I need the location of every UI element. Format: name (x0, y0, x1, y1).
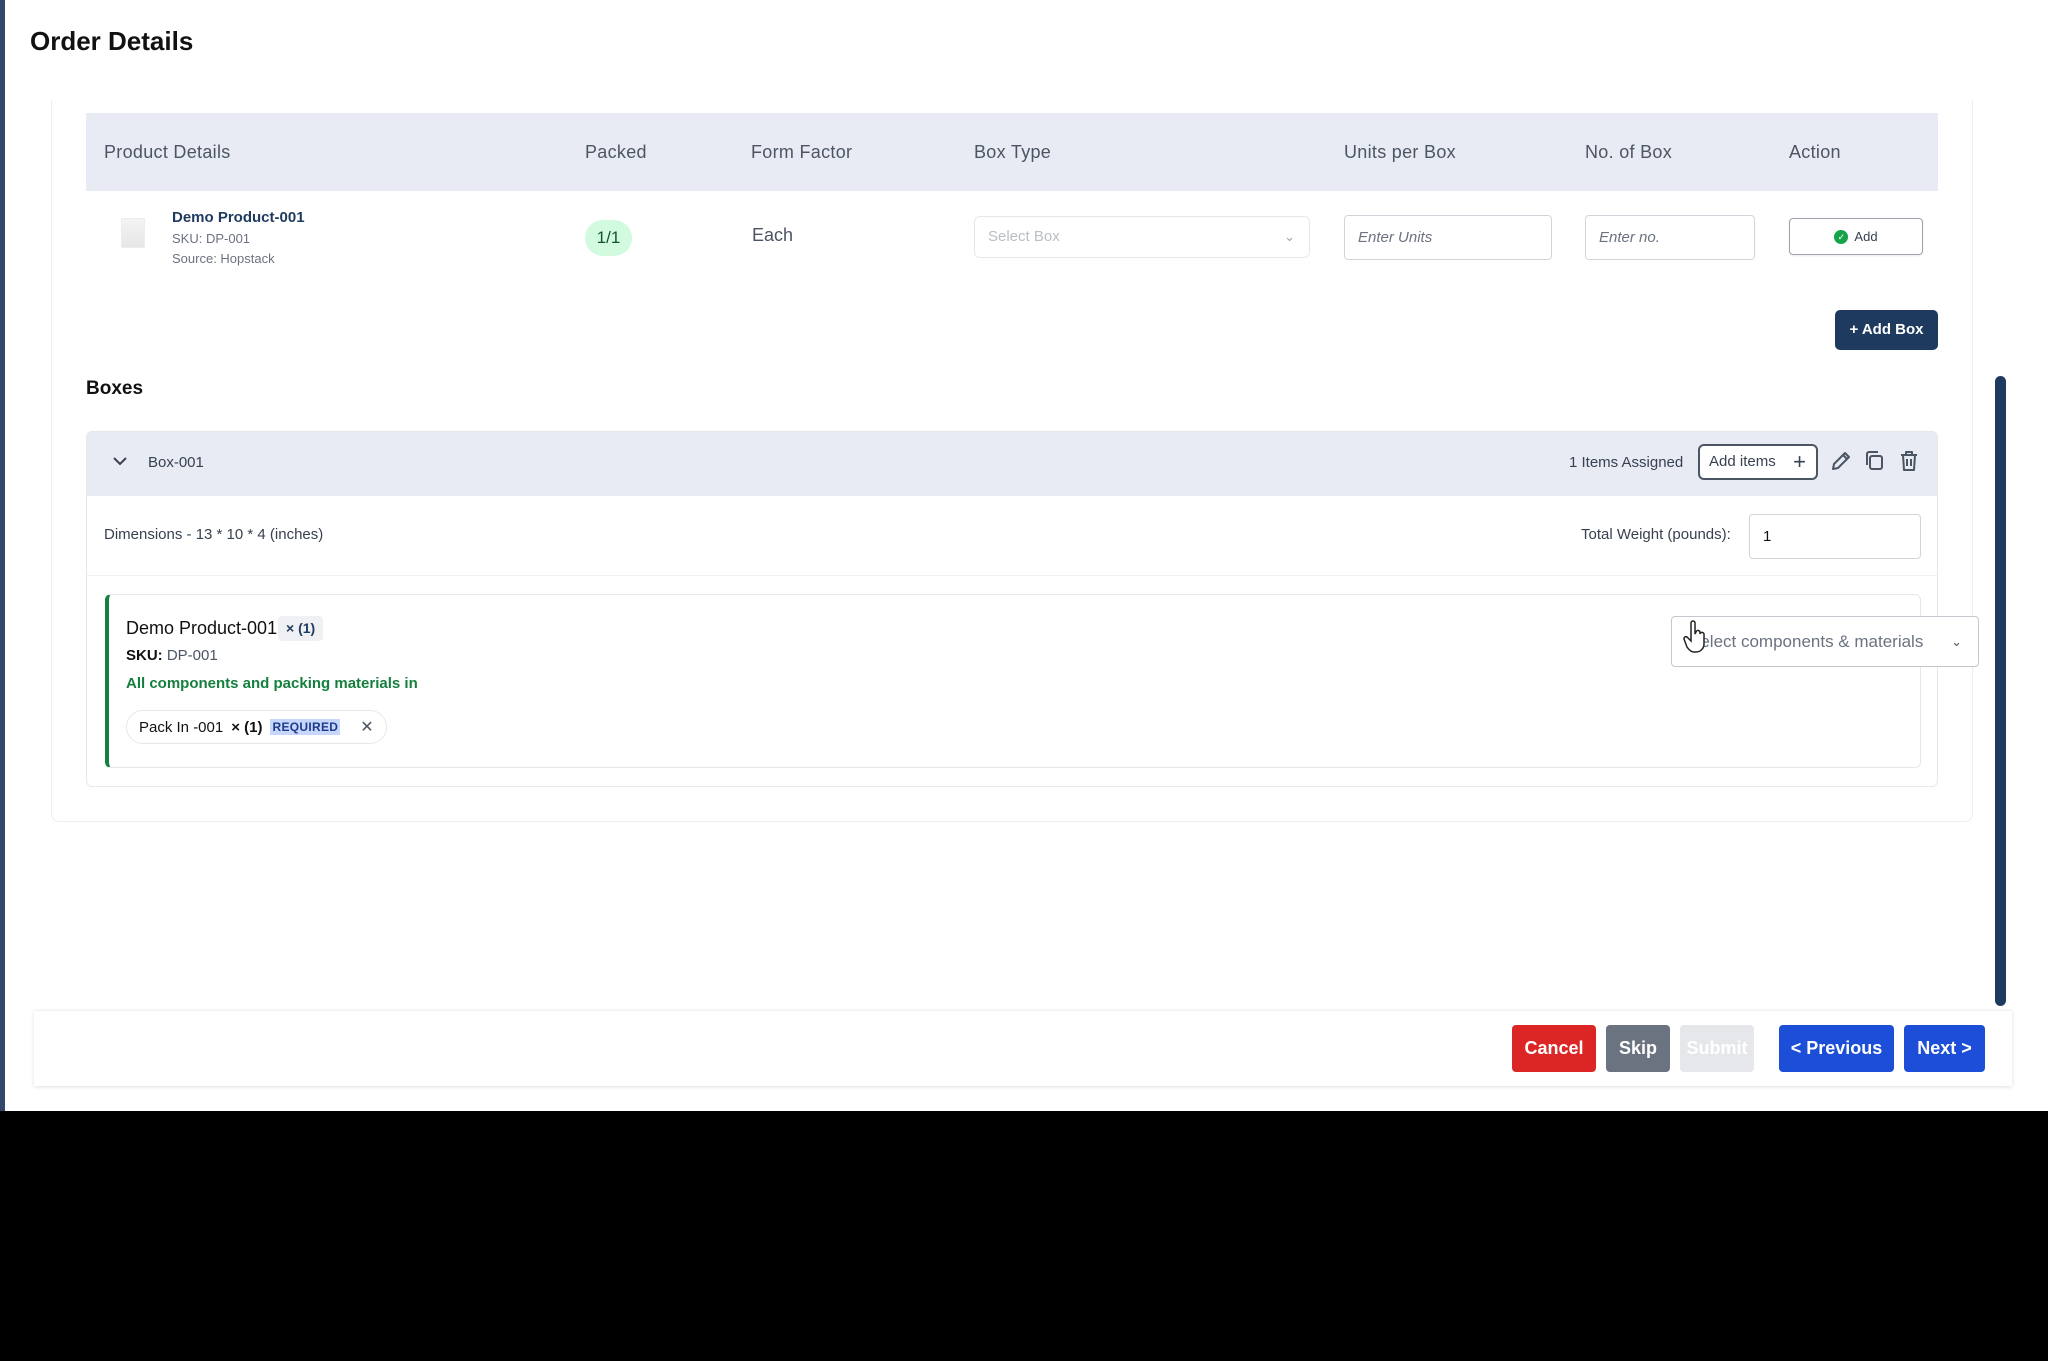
trash-icon[interactable] (1896, 448, 1922, 474)
vertical-scrollbar[interactable] (1995, 376, 2006, 1006)
header-no-of-box: No. of Box (1585, 142, 1673, 162)
item-sku: SKU: DP-001 (126, 647, 218, 664)
box-type-select[interactable]: Select Box ⌄ (974, 216, 1310, 258)
box-dimensions: Dimensions - 13 * 10 * 4 (inches) (104, 526, 324, 543)
header-product-details: Product Details (104, 142, 231, 162)
item-name: Demo Product-001 (126, 618, 278, 638)
product-name-link[interactable]: Demo Product-001 (172, 209, 305, 226)
chip-qty: × (1) (231, 718, 263, 736)
skip-button[interactable]: Skip (1606, 1025, 1670, 1072)
number-of-boxes-input[interactable]: Enter no. (1585, 215, 1755, 260)
item-qty-badge: × (1) (278, 616, 324, 641)
product-thumbnail (121, 218, 145, 248)
footer-action-bar: Cancel Skip Submit < Previous Next > (34, 1010, 2012, 1086)
next-button[interactable]: Next > (1904, 1025, 1985, 1072)
duplicate-icon[interactable] (1862, 448, 1888, 474)
product-table: Product Details Packed Form Factor Box T… (86, 113, 1938, 283)
hand-cursor-icon (1683, 620, 1705, 653)
header-packed: Packed (585, 142, 647, 162)
total-weight-input[interactable]: 1 (1749, 514, 1921, 559)
packed-badge: 1/1 (585, 220, 632, 256)
app-window: Order Details Product Details Packed For… (0, 0, 2048, 1111)
collapse-chevron-icon[interactable] (111, 452, 129, 475)
components-select[interactable]: Select components & materials ⌄ (1671, 616, 1979, 667)
product-source: Source: Hopstack (172, 251, 275, 266)
header-box-type: Box Type (974, 142, 1052, 162)
box-item-card: Demo Product-001 × (1) SKU: DP-001 All c… (105, 594, 1979, 768)
box-dimensions-row: Dimensions - 13 * 10 * 4 (inches) Total … (87, 496, 1937, 576)
total-weight-label: Total Weight (pounds): (1581, 526, 1731, 543)
chevron-down-icon: ⌄ (1951, 634, 1962, 649)
header-action: Action (1789, 142, 1841, 162)
check-circle-icon: ✓ (1834, 229, 1849, 244)
items-assigned-count: 1 Items Assigned (1569, 454, 1684, 471)
add-box-button[interactable]: + Add Box (1835, 310, 1938, 350)
cancel-button[interactable]: Cancel (1512, 1025, 1596, 1072)
submit-button[interactable]: Submit (1680, 1025, 1754, 1072)
item-sku-label: SKU: (126, 647, 163, 664)
box-name: Box-001 (148, 454, 204, 471)
header-units-per-box: Units per Box (1344, 142, 1456, 162)
remove-chip-icon[interactable]: ✕ (360, 717, 373, 737)
item-status-message: All components and packing materials in (126, 675, 418, 692)
table-row: Demo Product-001 SKU: DP-001 Source: Hop… (86, 191, 1938, 283)
box-header: Box-001 1 Items Assigned Add items + (87, 432, 1937, 496)
item-sku-value: DP-001 (166, 647, 218, 664)
boxes-section-title: Boxes (86, 378, 144, 399)
chevron-down-icon: ⌄ (1284, 229, 1295, 244)
form-factor-value: Each (752, 225, 794, 245)
required-tag: REQUIRED (270, 719, 341, 735)
table-header: Product Details Packed Form Factor Box T… (86, 113, 1938, 191)
previous-button[interactable]: < Previous (1779, 1025, 1894, 1072)
plus-icon: + (1793, 449, 1806, 474)
product-sku: SKU: DP-001 (172, 231, 251, 246)
edit-pencil-icon[interactable] (1828, 448, 1854, 474)
units-per-box-input[interactable]: Enter Units (1344, 215, 1552, 260)
chip-name: Pack In -001 (139, 718, 224, 736)
box-panel: Box-001 1 Items Assigned Add items + Dim… (86, 431, 1979, 787)
add-items-label: Add items (1709, 453, 1776, 470)
add-row-button[interactable]: ✓ Add (1789, 218, 1923, 255)
add-items-button[interactable]: Add items + (1698, 444, 1818, 480)
header-form-factor: Form Factor (751, 142, 853, 162)
box-type-placeholder: Select Box (988, 228, 1060, 245)
packing-material-chip: Pack In -001 × (1) REQUIRED ✕ (126, 710, 387, 744)
components-placeholder: Select components & materials (1689, 632, 1924, 651)
page-title: Order Details (30, 26, 194, 56)
add-row-label: Add (1854, 229, 1878, 244)
